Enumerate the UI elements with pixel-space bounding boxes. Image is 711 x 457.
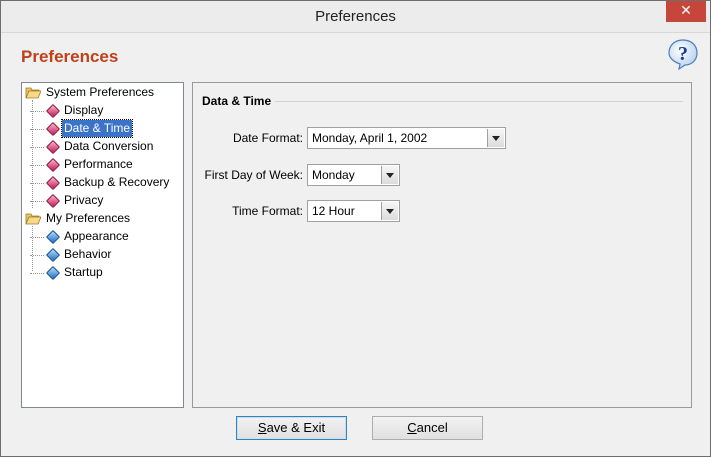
time-format-label: Time Format:: [232, 204, 303, 218]
tree-item-label: Privacy: [64, 193, 104, 207]
date-format-label: Date Format:: [232, 131, 303, 145]
red-gem-icon: [45, 157, 61, 173]
time-format-select[interactable]: 12 Hour: [307, 200, 400, 222]
chevron-down-icon[interactable]: [381, 202, 398, 220]
window-title: Preferences: [315, 8, 396, 25]
tree-line: [32, 100, 33, 208]
chevron-down-icon[interactable]: [381, 166, 398, 184]
chevron-down-icon[interactable]: [487, 129, 504, 147]
tree-connector: [30, 165, 44, 166]
first-day-value: Monday: [312, 168, 355, 182]
tree-connector: [30, 129, 44, 130]
cancel-label: Cancel: [407, 420, 448, 435]
tree-item-label: Performance: [64, 157, 133, 171]
tree-connector: [30, 255, 44, 256]
svg-text:?: ?: [678, 43, 688, 65]
tree-item-label: Backup & Recovery: [64, 175, 170, 189]
settings-panel: Data & Time Date Format: Monday, April 1…: [192, 82, 692, 408]
preferences-window: Preferences ✕ Preferences ? System Prefe…: [0, 0, 711, 457]
first-day-label: First Day of Week:: [204, 168, 303, 182]
panel-title: Data & Time: [202, 94, 272, 108]
tree-connector: [30, 147, 44, 148]
tree-connector: [30, 183, 44, 184]
title-bar: Preferences ✕: [1, 1, 710, 33]
blue-gem-icon: [45, 229, 61, 245]
first-day-select[interactable]: Monday: [307, 164, 400, 186]
tree-group-label: My Preferences: [46, 211, 131, 225]
tree-connector: [30, 201, 44, 202]
time-format-value: 12 Hour: [312, 204, 355, 218]
tree-connector: [30, 111, 44, 112]
red-gem-icon: [45, 193, 61, 209]
tree-group-label: System Preferences: [46, 85, 155, 99]
tree-connector: [30, 273, 44, 274]
help-question-icon[interactable]: ?: [667, 38, 699, 70]
tree-item-label: Date & Time: [60, 119, 134, 138]
red-gem-icon: [45, 139, 61, 155]
folder-open-icon: [25, 213, 41, 225]
red-gem-icon: [45, 175, 61, 191]
tree-item-label: Data Conversion: [64, 139, 154, 153]
blue-gem-icon: [45, 265, 61, 281]
tree-item-label: Startup: [64, 265, 103, 279]
tree-line: [32, 226, 33, 271]
cancel-button[interactable]: Cancel: [372, 416, 483, 440]
preferences-tree[interactable]: System Preferences Display Date & Time D…: [21, 82, 184, 408]
panel-divider: [275, 101, 683, 102]
tree-item-label: Display: [64, 103, 104, 117]
date-format-select[interactable]: Monday, April 1, 2002: [307, 127, 506, 149]
page-title: Preferences: [21, 47, 119, 66]
tree-item-label: Appearance: [64, 229, 129, 243]
folder-open-icon: [25, 87, 41, 99]
tree-connector: [30, 237, 44, 238]
blue-gem-icon: [45, 247, 61, 263]
red-gem-icon: [45, 103, 61, 119]
red-gem-icon: [45, 121, 61, 137]
save-exit-button[interactable]: Save & Exit: [236, 416, 347, 440]
close-icon: ✕: [680, 3, 692, 19]
save-exit-label: Save & Exit: [257, 420, 326, 435]
close-button[interactable]: ✕: [666, 1, 706, 22]
tree-item-label: Behavior: [64, 247, 112, 261]
date-format-value: Monday, April 1, 2002: [312, 131, 428, 145]
